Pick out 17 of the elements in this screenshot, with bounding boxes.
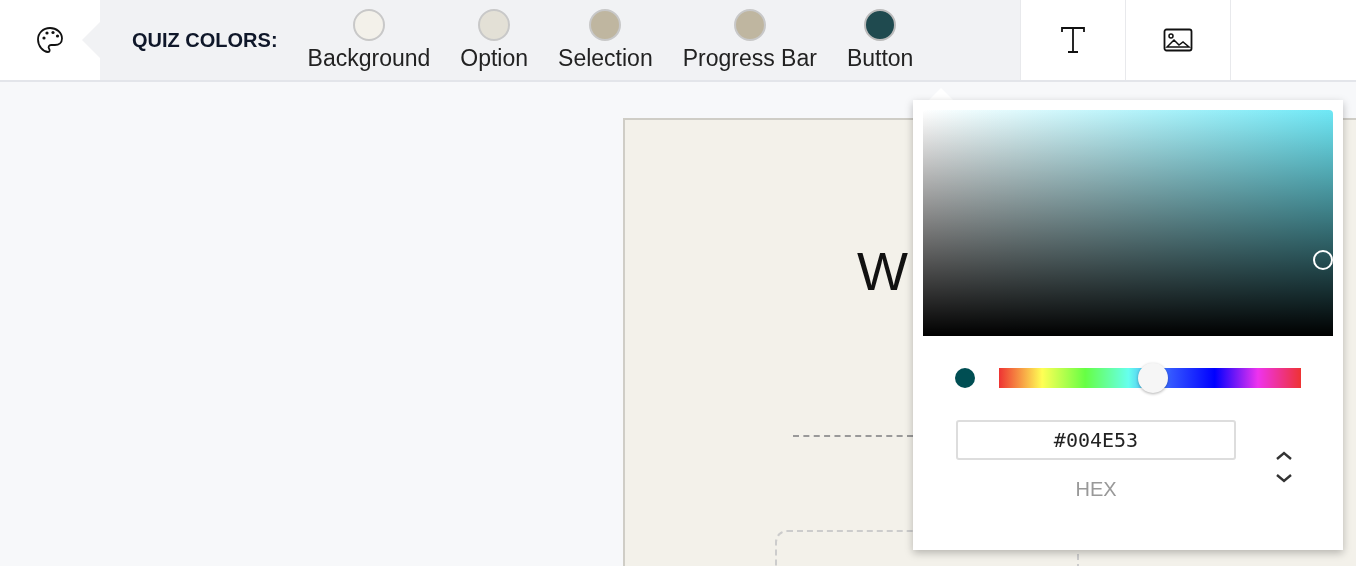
color-option[interactable]: Progress Bar <box>680 4 819 76</box>
current-color-dot <box>955 368 975 388</box>
palette-icon[interactable] <box>35 25 65 55</box>
hex-input[interactable]: #004E53 <box>956 420 1236 460</box>
slider-thumb[interactable] <box>1138 363 1168 393</box>
picker-handle[interactable] <box>1313 250 1333 270</box>
quiz-colors-label: QUIZ COLORS: <box>132 28 278 52</box>
color-option[interactable]: Background <box>305 4 433 76</box>
color-option[interactable]: Button <box>844 4 916 76</box>
color-option[interactable]: Option <box>458 4 531 76</box>
toggle-format-icon[interactable] <box>1274 450 1294 484</box>
question-text: W <box>857 244 908 298</box>
format-label: HEX <box>1075 478 1117 501</box>
image-icon[interactable] <box>1163 28 1193 52</box>
color-option[interactable]: Selection <box>556 4 655 76</box>
saturation-area[interactable] <box>923 110 1333 336</box>
text-icon[interactable] <box>1059 26 1087 54</box>
